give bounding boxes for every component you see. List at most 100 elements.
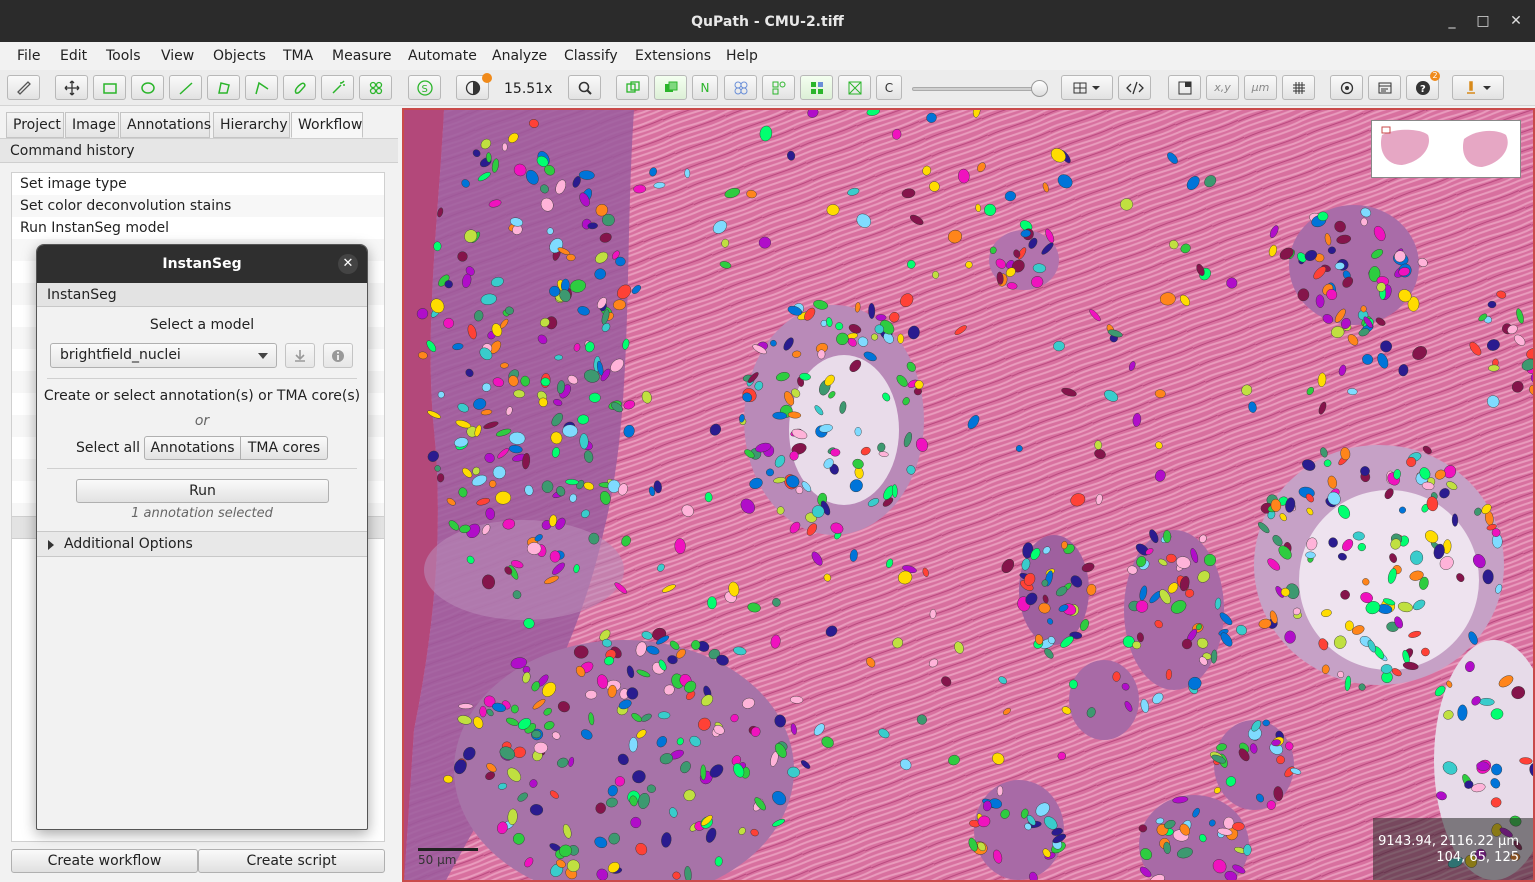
- nucleus-detection[interactable]: [996, 785, 1004, 797]
- nucleus-detection[interactable]: [1262, 719, 1270, 727]
- wand-tool-button[interactable]: [321, 75, 354, 100]
- nucleus-detection[interactable]: [932, 271, 940, 279]
- points-tool-button[interactable]: [359, 75, 392, 100]
- nucleus-detection[interactable]: [1360, 305, 1367, 313]
- nucleus-detection[interactable]: [602, 213, 615, 227]
- nucleus-detection[interactable]: [554, 354, 563, 361]
- nucleus-detection[interactable]: [657, 711, 671, 720]
- nucleus-detection[interactable]: [588, 532, 600, 545]
- nucleus-detection[interactable]: [585, 690, 598, 700]
- download-model-button[interactable]: [285, 343, 315, 368]
- menu-tools[interactable]: Tools: [106, 48, 141, 64]
- measure-tool-button[interactable]: [7, 75, 40, 100]
- show-tma-grid-button[interactable]: [724, 75, 757, 100]
- show-cursor-location-button[interactable]: x,y: [1206, 75, 1239, 100]
- minimize-button[interactable]: _: [1443, 12, 1461, 30]
- nucleus-detection[interactable]: [691, 640, 701, 650]
- close-window-button[interactable]: ✕: [1507, 12, 1525, 30]
- menu-tma[interactable]: TMA: [283, 48, 313, 64]
- nucleus-detection[interactable]: [486, 152, 492, 163]
- nucleus-detection[interactable]: [546, 227, 554, 235]
- line-tool-button[interactable]: [169, 75, 202, 100]
- nucleus-detection[interactable]: [541, 480, 554, 493]
- show-connections-button[interactable]: [838, 75, 871, 100]
- show-detections-button[interactable]: [762, 75, 795, 100]
- nucleus-detection[interactable]: [1482, 569, 1494, 585]
- nucleus-detection[interactable]: [868, 303, 876, 319]
- nucleus-detection[interactable]: [1284, 630, 1296, 644]
- menu-objects[interactable]: Objects: [213, 48, 266, 64]
- nucleus-detection[interactable]: [1487, 300, 1497, 309]
- overview-thumbnail[interactable]: [1371, 120, 1521, 178]
- show-names-button[interactable]: N: [692, 75, 718, 100]
- run-button[interactable]: Run: [76, 479, 329, 503]
- tab-hierarchy[interactable]: Hierarchy: [213, 112, 290, 138]
- nucleus-detection[interactable]: [1491, 763, 1503, 776]
- model-info-button[interactable]: [323, 343, 353, 368]
- list-item[interactable]: Set image type: [12, 173, 384, 195]
- list-item[interactable]: Run InstanSeg model: [12, 217, 384, 239]
- select-tma-cores-button[interactable]: TMA cores: [240, 436, 328, 460]
- tab-image[interactable]: Image: [65, 112, 119, 138]
- selection-mode-button[interactable]: S: [408, 75, 441, 100]
- image-viewer[interactable]: 50 µm 9143.94, 2116.22 µm 104, 65, 125: [402, 108, 1535, 882]
- extensions-dropdown-button[interactable]: [1452, 75, 1504, 100]
- nucleus-detection[interactable]: [489, 480, 497, 488]
- nucleus-detection[interactable]: [929, 609, 937, 619]
- nucleus-detection[interactable]: [1451, 513, 1459, 527]
- select-annotations-button[interactable]: Annotations: [144, 436, 241, 460]
- create-workflow-button[interactable]: Create workflow: [11, 849, 198, 873]
- show-overview-button[interactable]: [1168, 75, 1201, 100]
- dialog-close-button[interactable]: ✕: [338, 254, 358, 274]
- tab-workflow[interactable]: Workflow: [291, 112, 363, 138]
- nucleus-detection[interactable]: [527, 542, 542, 555]
- nucleus-detection[interactable]: [811, 505, 825, 518]
- grid-options-button[interactable]: [1061, 75, 1113, 100]
- log-button[interactable]: [1368, 75, 1401, 100]
- zoom-to-fit-button[interactable]: [568, 75, 601, 100]
- move-tool-button[interactable]: [55, 75, 88, 100]
- show-pixel-classification-button[interactable]: C: [876, 75, 902, 100]
- nucleus-detection[interactable]: [533, 741, 548, 754]
- create-script-button[interactable]: Create script: [198, 849, 385, 873]
- brush-tool-button[interactable]: [283, 75, 316, 100]
- nucleus-detection[interactable]: [854, 427, 862, 437]
- tab-annotations[interactable]: Annotations: [120, 112, 211, 138]
- tab-project[interactable]: Project: [6, 112, 64, 138]
- opacity-slider-track[interactable]: [912, 87, 1044, 91]
- fill-annotations-button[interactable]: [654, 75, 687, 100]
- ellipse-tool-button[interactable]: [131, 75, 164, 100]
- nucleus-detection[interactable]: [897, 333, 904, 344]
- show-counting-grid-button[interactable]: [1282, 75, 1315, 100]
- menu-edit[interactable]: Edit: [60, 48, 87, 64]
- nucleus-detection[interactable]: [684, 168, 691, 178]
- list-item[interactable]: Set color deconvolution stains: [12, 195, 384, 217]
- show-annotations-button[interactable]: [616, 75, 649, 100]
- nucleus-detection[interactable]: [1360, 217, 1368, 227]
- nucleus-detection[interactable]: [700, 764, 707, 781]
- maximize-button[interactable]: □: [1474, 12, 1492, 30]
- slide-image[interactable]: [404, 110, 1535, 882]
- menu-extensions[interactable]: Extensions: [635, 48, 711, 64]
- nucleus-detection[interactable]: [588, 392, 601, 403]
- menu-automate[interactable]: Automate: [408, 48, 477, 64]
- script-editor-button[interactable]: [1118, 75, 1151, 100]
- menu-file[interactable]: File: [17, 48, 40, 64]
- nucleus-detection[interactable]: [502, 142, 508, 152]
- fill-detections-button[interactable]: [800, 75, 833, 100]
- menu-view[interactable]: View: [161, 48, 194, 64]
- preferences-button[interactable]: [1330, 75, 1363, 100]
- menu-measure[interactable]: Measure: [332, 48, 392, 64]
- opacity-slider-thumb[interactable]: [1031, 80, 1048, 97]
- nucleus-detection[interactable]: [1120, 198, 1133, 211]
- nucleus-detection[interactable]: [1138, 824, 1148, 833]
- menu-analyze[interactable]: Analyze: [492, 48, 547, 64]
- show-scalebar-button[interactable]: µm: [1244, 75, 1277, 100]
- nucleus-detection[interactable]: [1232, 822, 1245, 831]
- polygon-tool-button[interactable]: [207, 75, 240, 100]
- nucleus-detection[interactable]: [458, 703, 474, 710]
- nucleus-detection[interactable]: [707, 596, 717, 610]
- nucleus-detection[interactable]: [549, 550, 561, 563]
- nucleus-detection[interactable]: [492, 465, 506, 479]
- polyline-tool-button[interactable]: [245, 75, 278, 100]
